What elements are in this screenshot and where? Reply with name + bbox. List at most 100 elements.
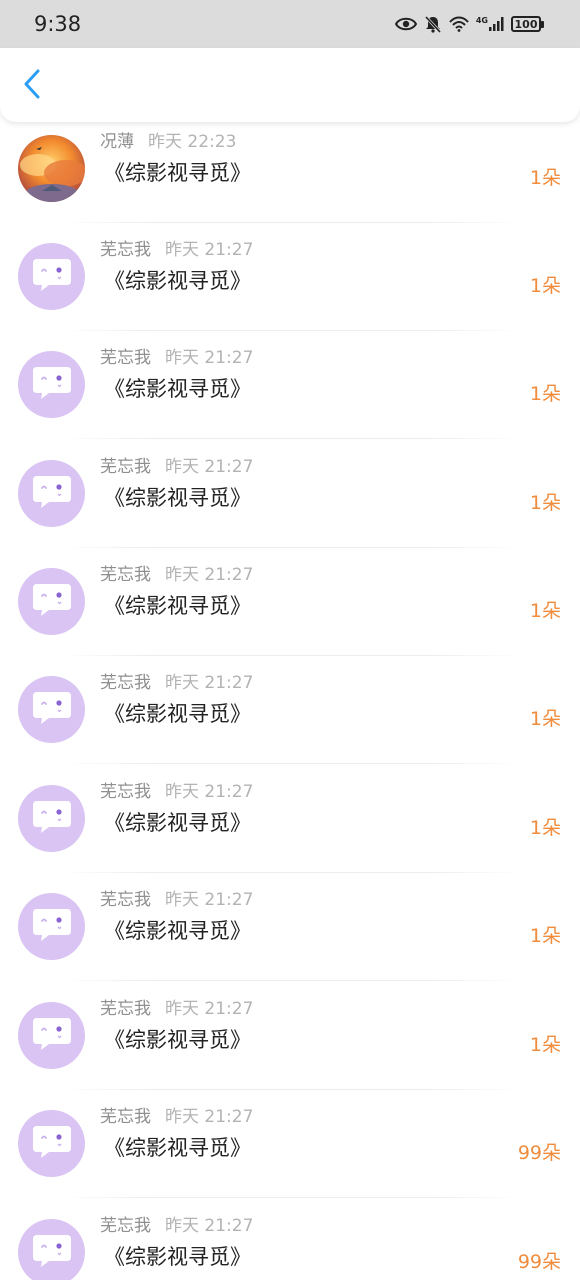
list-item[interactable]: 芜忘我 昨天 21:27 《综影视寻觅》 99朵	[0, 1090, 580, 1198]
sender-line: 芜忘我 昨天 21:27	[100, 560, 253, 585]
message-time: 昨天 21:27	[165, 348, 254, 368]
list-item[interactable]: 芜忘我 昨天 21:27 《综影视寻觅》 1朵	[0, 548, 580, 656]
list-item[interactable]: 芜忘我 昨天 21:27 《综影视寻觅》 1朵	[0, 331, 580, 439]
divider	[60, 1197, 520, 1198]
sender-line: 芜忘我 昨天 21:27	[100, 777, 253, 802]
flower-count: 1朵	[529, 492, 561, 514]
message-time: 昨天 21:27	[165, 1216, 254, 1236]
list-item[interactable]: 芜忘我 昨天 21:27 《综影视寻觅》 99朵	[0, 1199, 580, 1280]
sender-line: 况薄 昨天 22:23	[100, 127, 236, 152]
flower-count: 1朵	[529, 167, 561, 189]
message-time: 昨天 21:27	[165, 457, 254, 477]
divider	[60, 763, 520, 764]
network-type: 4G	[475, 16, 488, 25]
battery-level: 100	[511, 16, 541, 32]
flower-count: 1朵	[529, 1034, 561, 1056]
book-title: 《综影视寻觅》	[104, 919, 251, 943]
message-list[interactable]: 况薄 昨天 22:23 《综影视寻觅》 1朵 芜忘我 昨天 21:27 《综影视寻觅》 1朵芜…	[0, 0, 580, 1280]
avatar[interactable]	[18, 893, 85, 960]
sender-line: 芜忘我 昨天 21:27	[100, 1102, 253, 1127]
flower-count: 1朵	[529, 925, 561, 947]
avatar[interactable]	[18, 1110, 85, 1177]
message-time: 昨天 21:27	[165, 890, 254, 910]
avatar[interactable]	[18, 243, 85, 310]
sender-line: 芜忘我 昨天 21:27	[100, 235, 253, 260]
chat-bot-icon	[31, 1124, 73, 1164]
sender-name: 芜忘我	[100, 1107, 151, 1127]
book-title: 《综影视寻觅》	[104, 1136, 251, 1160]
avatar[interactable]	[18, 135, 85, 202]
list-item[interactable]: 芜忘我 昨天 21:27 《综影视寻觅》 1朵	[0, 440, 580, 548]
list-item[interactable]: 芜忘我 昨天 21:27 《综影视寻觅》 1朵	[0, 656, 580, 764]
sender-line: 芜忘我 昨天 21:27	[100, 994, 253, 1019]
status-bar: 9:38 4G 100	[0, 0, 580, 48]
status-time: 9:38	[34, 12, 82, 36]
chat-bot-icon	[31, 257, 73, 297]
avatar[interactable]	[18, 351, 85, 418]
divider	[60, 438, 520, 439]
list-item[interactable]: 芜忘我 昨天 21:27 《综影视寻觅》 1朵	[0, 765, 580, 873]
chat-bot-icon	[31, 799, 73, 839]
sender-name: 芜忘我	[100, 240, 151, 260]
flower-count: 99朵	[517, 1142, 561, 1164]
status-icons: 4G 100	[394, 15, 544, 33]
sender-name: 芜忘我	[100, 999, 151, 1019]
back-button[interactable]	[14, 66, 50, 106]
avatar[interactable]	[18, 1219, 85, 1280]
message-time: 昨天 21:27	[165, 673, 254, 693]
book-title: 《综影视寻觅》	[104, 594, 251, 618]
flower-count: 1朵	[529, 275, 561, 297]
message-time: 昨天 22:23	[148, 132, 237, 152]
message-time: 昨天 21:27	[165, 565, 254, 585]
avatar[interactable]	[18, 785, 85, 852]
list-item[interactable]: 芜忘我 昨天 21:27 《综影视寻觅》 1朵	[0, 982, 580, 1090]
top-bar	[0, 48, 580, 122]
sender-name: 芜忘我	[100, 565, 151, 585]
flower-count: 1朵	[529, 708, 561, 730]
wifi-icon	[449, 16, 469, 32]
signal-icon: 4G	[476, 16, 504, 32]
avatar[interactable]	[18, 460, 85, 527]
book-title: 《综影视寻觅》	[104, 702, 251, 726]
bell-off-icon	[424, 15, 442, 33]
list-item[interactable]: 芜忘我 昨天 21:27 《综影视寻觅》 1朵	[0, 223, 580, 331]
list-item[interactable]: 芜忘我 昨天 21:27 《综影视寻觅》 1朵	[0, 873, 580, 981]
avatar[interactable]	[18, 676, 85, 743]
list-item[interactable]: 况薄 昨天 22:23 《综影视寻觅》 1朵	[0, 115, 580, 223]
book-title: 《综影视寻觅》	[104, 1245, 251, 1269]
chat-bot-icon	[31, 474, 73, 514]
divider	[60, 980, 520, 981]
battery-icon: 100	[511, 16, 544, 32]
sender-line: 芜忘我 昨天 21:27	[100, 885, 253, 910]
book-title: 《综影视寻觅》	[104, 811, 251, 835]
flower-count: 1朵	[529, 817, 561, 839]
sender-name: 芜忘我	[100, 348, 151, 368]
message-time: 昨天 21:27	[165, 999, 254, 1019]
sender-name: 芜忘我	[100, 673, 151, 693]
photo-avatar	[18, 135, 85, 202]
eye-icon	[394, 17, 417, 31]
sender-line: 芜忘我 昨天 21:27	[100, 343, 253, 368]
chat-bot-icon	[31, 365, 73, 405]
book-title: 《综影视寻觅》	[104, 486, 251, 510]
sender-name: 芜忘我	[100, 782, 151, 802]
book-title: 《综影视寻觅》	[104, 1028, 251, 1052]
chevron-left-icon	[23, 69, 41, 103]
chat-bot-icon	[31, 582, 73, 622]
sender-name: 况薄	[100, 132, 134, 152]
message-time: 昨天 21:27	[165, 782, 254, 802]
sender-name: 芜忘我	[100, 890, 151, 910]
flower-count: 1朵	[529, 600, 561, 622]
sender-line: 芜忘我 昨天 21:27	[100, 1211, 253, 1236]
chat-bot-icon	[31, 690, 73, 730]
sender-name: 芜忘我	[100, 457, 151, 477]
chat-bot-icon	[31, 1233, 73, 1273]
avatar[interactable]	[18, 568, 85, 635]
book-title: 《综影视寻觅》	[104, 377, 251, 401]
chat-bot-icon	[31, 907, 73, 947]
sender-line: 芜忘我 昨天 21:27	[100, 668, 253, 693]
message-time: 昨天 21:27	[165, 1107, 254, 1127]
flower-count: 1朵	[529, 383, 561, 405]
sender-name: 芜忘我	[100, 1216, 151, 1236]
avatar[interactable]	[18, 1002, 85, 1069]
